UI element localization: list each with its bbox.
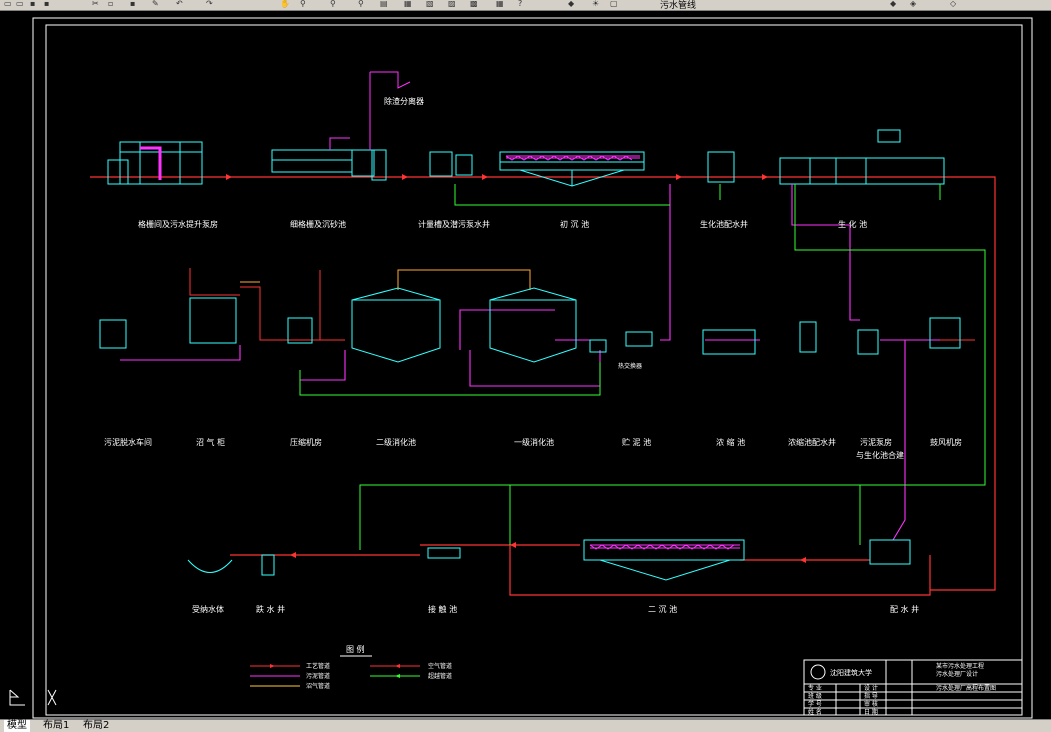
label-slag-separator: 除渣分离器 <box>384 96 424 106</box>
label-secondary-digester: 二级消化池 <box>376 437 416 447</box>
tool-palette-icon[interactable]: ▧ <box>426 0 434 8</box>
mid-structures <box>99 287 961 363</box>
match-icon[interactable]: ✎ <box>152 0 159 8</box>
legend-title: 图 例 <box>346 644 365 654</box>
zoom-prev-icon[interactable]: ⚲ <box>358 0 364 8</box>
label-blower: 鼓风机房 <box>930 437 962 447</box>
label-bio-well: 生化池配水井 <box>700 219 748 229</box>
label-distribution-well: 配 水 井 <box>890 604 919 614</box>
layer-manager-icon[interactable]: ◆ <box>568 0 574 8</box>
title-col-4: 日 期 <box>864 708 878 716</box>
drawing-canvas[interactable]: 格栅间及污水提升泵房 细格栅及沉砂池 计量槽及潜污泵水井 初 沉 池 生化池配水… <box>0 11 1051 719</box>
zoom-window-icon[interactable]: ⚲ <box>330 0 336 8</box>
label-sludge-pump: 污泥泵房 <box>860 437 892 447</box>
label-thickener-well: 浓缩池配水井 <box>788 437 836 447</box>
label-drop-well: 跌 水 井 <box>256 604 285 614</box>
title-subtitle: 污水处理厂设计 <box>936 670 978 678</box>
design-center-icon[interactable]: ▦ <box>404 0 412 8</box>
label-compressor: 压缩机房 <box>290 437 322 447</box>
title-project: 某市污水处理工程 <box>936 662 984 670</box>
layer-walk-icon[interactable]: ◇ <box>950 0 956 8</box>
label-combined: 与生化池合建 <box>856 450 904 460</box>
label-bio-tank: 生 化 池 <box>838 219 867 229</box>
copy-icon[interactable]: ▫ <box>108 0 113 8</box>
layer-color-icon[interactable]: ▢ <box>610 0 618 8</box>
label-gas-holder: 沼 气 柜 <box>196 437 225 447</box>
mid-labels: 污泥脱水车间 沼 气 柜 压缩机房 二级消化池 一级消化池 贮 泥 池 浓 缩 … <box>104 362 962 460</box>
calc-icon[interactable]: ▦ <box>496 0 504 8</box>
pan-icon[interactable]: ✋ <box>280 0 290 8</box>
tab-layout1[interactable]: 布局1 <box>40 720 72 732</box>
mid-process-pipes <box>189 268 975 341</box>
title-col-1: 设 计 <box>864 684 878 692</box>
secondary-truss <box>589 544 740 550</box>
title-col-2: 指 导 <box>864 692 878 700</box>
legend-biogas: 沼气管道 <box>306 682 330 690</box>
label-contact-tank: 接 触 池 <box>428 604 457 614</box>
title-school: 沈阳建筑大学 <box>830 668 872 677</box>
bottom-labels: 受纳水体 跌 水 井 接 触 池 二 沉 池 配 水 井 <box>192 604 919 614</box>
label-primary-digester: 一级消化池 <box>514 437 554 447</box>
label-metering: 计量槽及潜污泵水井 <box>418 219 490 229</box>
title-row-2: 班 级 <box>808 692 822 700</box>
title-drawing-name: 污水处理厂高程布置图 <box>936 684 996 692</box>
paste-icon[interactable]: ▪ <box>130 0 135 8</box>
legend-sludge: 污泥管道 <box>306 672 330 680</box>
label-secondary-settler: 二 沉 池 <box>648 604 677 614</box>
print-icon[interactable]: ▪ <box>44 0 49 8</box>
legend-process: 工艺管道 <box>306 662 330 670</box>
process-flow-drawing: 格栅间及污水提升泵房 细格栅及沉砂池 计量槽及潜污泵水井 初 沉 池 生化池配水… <box>9 17 1033 719</box>
markup-icon[interactable]: ▩ <box>470 0 478 8</box>
sheetset-icon[interactable]: ▨ <box>448 0 456 8</box>
title-row-3: 学 号 <box>808 700 822 708</box>
tab-model[interactable]: 模型 <box>4 720 30 732</box>
label-grille-house: 格栅间及污水提升泵房 <box>138 219 218 229</box>
label-sludge-storage: 贮 泥 池 <box>622 437 651 447</box>
title-col-3: 审 核 <box>864 700 878 708</box>
legend-bypass: 超越管道 <box>428 672 452 680</box>
layout-tabs: 模型 布局1 布局2 <box>0 719 1051 732</box>
label-primary: 初 沉 池 <box>560 219 589 229</box>
air-pipes <box>299 184 986 550</box>
process-arrows <box>226 174 806 563</box>
legend: 图 例 工艺管道 污泥管道 沼气管道 空气管道 超越管道 <box>250 644 452 690</box>
open-icon[interactable]: ▭ <box>16 0 24 8</box>
outer-border <box>32 17 1033 719</box>
layer-iso-icon[interactable]: ◈ <box>910 0 916 8</box>
legend-air: 空气管道 <box>428 662 452 670</box>
help-icon[interactable]: ? <box>518 0 522 8</box>
label-thickener: 浓 缩 池 <box>716 437 745 447</box>
new-icon[interactable]: ▭ <box>4 0 12 8</box>
primary-truss <box>140 71 640 180</box>
title-row-4: 姓 名 <box>808 708 822 716</box>
layer-dropdown[interactable]: 污水管线 <box>660 0 696 11</box>
properties-icon[interactable]: ▤ <box>380 0 388 8</box>
sludge-pipes <box>120 184 961 541</box>
tab-layout2[interactable]: 布局2 <box>80 720 112 732</box>
label-grit-chamber: 细格栅及沉砂池 <box>290 219 346 229</box>
label-heat-exchanger: 热交换器 <box>618 362 642 370</box>
redo-icon[interactable]: ↷ <box>206 0 213 8</box>
biogas-pipes <box>240 269 531 290</box>
title-row-1: 专 业 <box>808 684 822 692</box>
label-receiving-water: 受纳水体 <box>192 604 224 614</box>
cut-icon[interactable]: ✂ <box>92 0 99 8</box>
undo-icon[interactable]: ↶ <box>176 0 183 8</box>
toolbar: ▭ ▭ ▪ ▪ ✂ ▫ ▪ ✎ ↶ ↷ ✋ ⚲ ⚲ ⚲ ▤ ▦ ▧ ▨ ▩ ▦ … <box>0 0 1051 11</box>
save-icon[interactable]: ▪ <box>30 0 35 8</box>
layer-state-icon[interactable]: ☀ <box>592 0 599 8</box>
layer-prev-icon[interactable]: ◆ <box>890 0 896 8</box>
label-dewatering: 污泥脱水车间 <box>104 437 152 447</box>
zoom-icon[interactable]: ⚲ <box>300 0 306 8</box>
